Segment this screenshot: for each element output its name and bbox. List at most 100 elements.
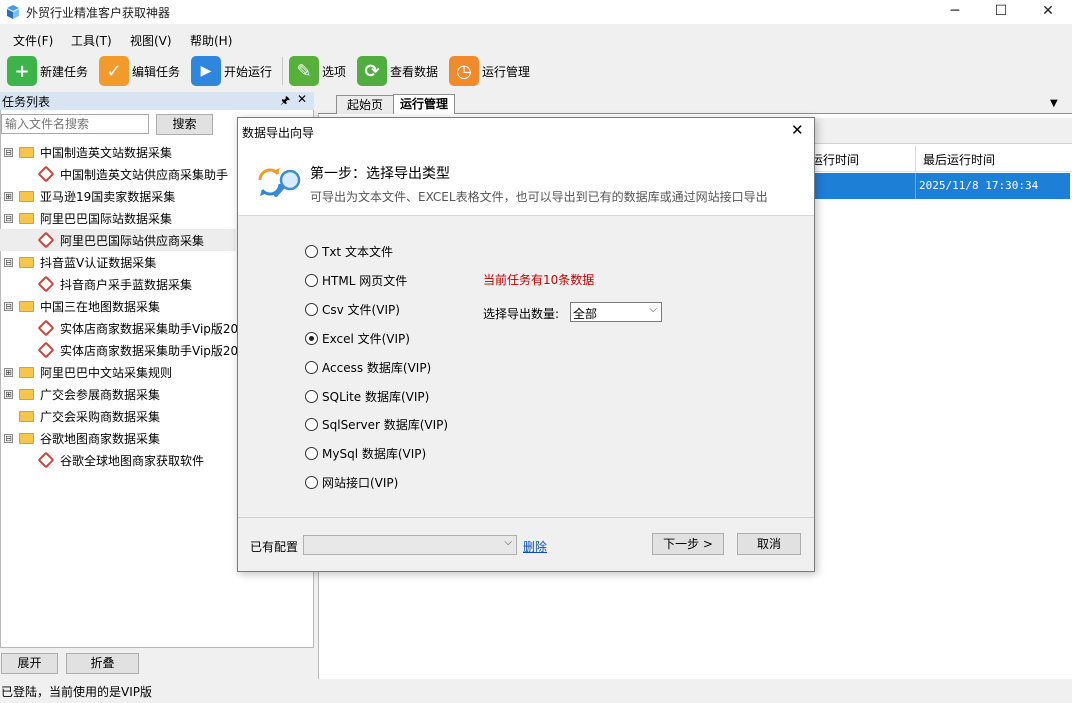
check-icon: ✓ [99,56,129,86]
step-title: 第一步：选择导出类型 [310,166,450,182]
next-step-button[interactable]: 下一步 > [652,533,724,555]
clock-icon: ◷ [449,56,479,86]
expand-icon[interactable]: ⊞ [4,389,13,399]
export-type-option[interactable]: Txt 文本文件 [305,243,393,260]
folder-icon [19,256,34,268]
collapse-icon[interactable]: ⊟ [4,213,13,223]
search-input[interactable] [1,114,149,134]
view-data-label: 查看数据 [390,64,439,79]
task-tag-icon [37,341,55,359]
window-title: 外贸行业精准客户获取神器 [26,6,171,20]
new-task-button[interactable]: + 新建任务 [7,54,88,88]
dialog-header: 数据导出向导 ✕ 第一步：选择导出类型 可导出为文本文件、EXCEL表格文件，也… [238,118,814,216]
tab-start-page[interactable]: 起始页 [336,95,394,114]
start-run-button[interactable]: ▶ 开始运行 [191,54,272,88]
run-management-label: 运行管理 [482,64,531,79]
delete-config-link[interactable]: 删除 [523,538,547,555]
folder-icon [19,432,34,444]
view-data-button[interactable]: ⟳ 查看数据 [357,54,438,88]
export-type-option[interactable]: 网站接口(VIP) [305,474,398,491]
task-list-title: 任务列表 [2,95,51,109]
tree-item-label: 中国制造英文站供应商采集助手 [60,167,229,182]
dialog-close-button[interactable]: ✕ [791,121,804,139]
menu-view[interactable]: 视图(V) [130,32,172,49]
menu-help[interactable]: 帮助(H) [190,32,232,49]
collapse-button[interactable]: 折叠 [66,653,139,674]
folder-icon [19,146,34,158]
task-list-header: 任务列表 🖈 ✕ [0,92,314,110]
export-type-option[interactable]: Access 数据库(VIP) [305,359,431,376]
saved-config-select[interactable]: ⌵ [303,535,517,555]
radio-button[interactable] [305,302,318,316]
tab-run-management[interactable]: 运行管理 [393,94,455,115]
collapse-icon[interactable]: ⊟ [4,301,13,311]
cancel-button[interactable]: 取消 [737,533,801,555]
export-type-option[interactable]: MySql 数据库(VIP) [305,445,426,462]
tree-item-label: 谷歌地图商家数据采集 [40,431,161,446]
collapse-icon[interactable]: ⊟ [4,257,13,267]
tree-task-row[interactable]: 阿里巴巴国际站供应商采集 [0,229,236,251]
collapse-icon[interactable]: ⊟ [4,433,13,443]
export-type-option[interactable]: HTML 网页文件 [305,272,407,289]
radio-button[interactable] [305,245,318,258]
folder-icon [19,410,34,422]
col-run-time: 运行时间 [811,153,860,167]
export-type-option[interactable]: SqlServer 数据库(VIP) [305,416,448,433]
expand-button[interactable]: 展开 [1,653,58,674]
dialog-title: 数据导出向导 [242,126,315,140]
radio-button[interactable] [305,476,318,490]
collapse-icon[interactable]: ⊟ [4,147,13,157]
tree-item-label: 抖音蓝V认证数据采集 [40,255,157,270]
edit-task-button[interactable]: ✓ 编辑任务 [99,54,180,88]
tab-dropdown-icon[interactable]: ▼ [1050,98,1058,109]
folder-icon [19,190,34,202]
task-tag-icon [37,319,55,337]
refresh-icon: ⟳ [357,56,387,86]
maximize-button[interactable]: ☐ [978,0,1024,24]
search-button[interactable]: 搜索 [156,114,213,135]
options-button[interactable]: ✎ 选项 [289,54,346,88]
col-divider [915,146,916,172]
task-tag-icon [37,451,55,469]
radio-button[interactable] [305,273,318,287]
search-export-icon [256,162,306,202]
tree-item-label: 阿里巴巴国际站数据采集 [40,211,173,226]
folder-icon [19,388,34,400]
window-close-button[interactable]: ✕ [1025,0,1071,24]
menu-tools[interactable]: 工具(T) [71,32,112,49]
panel-close-icon[interactable]: ✕ [297,92,307,106]
export-count-value: 全部 [573,307,598,321]
tree-item-label: 谷歌全球地图商家获取软件 [60,453,205,468]
expand-icon[interactable]: ⊞ [4,191,13,201]
radio-button[interactable] [305,447,318,461]
dialog-body: Txt 文本文件 HTML 网页文件 Csv 文件(VIP) Excel 文件(VIP… [238,216,814,518]
tree-item-label: 实体店商家数据采集助手Vip版202 [60,321,246,336]
pin-icon[interactable]: 🖈 [280,92,290,111]
run-management-button[interactable]: ◷ 运行管理 [449,54,530,88]
export-count-select[interactable]: 全部 ⌵ [570,302,662,322]
status-text: 已登陆，当前使用的是VIP版 [1,685,152,699]
chevron-down-icon: ⌵ [649,304,657,315]
step-description: 可导出为文本文件、EXCEL表格文件，也可以导出到已有的数据库或通过网站接口导出 [310,190,768,204]
export-type-option[interactable]: Excel 文件(VIP) [305,330,410,347]
folder-icon [19,300,34,312]
radio-button[interactable] [305,331,318,345]
radio-button[interactable] [305,360,318,374]
plus-icon: + [7,56,37,86]
expand-icon[interactable]: ⊞ [4,367,13,377]
chevron-down-icon: ⌵ [504,537,512,548]
radio-button[interactable] [305,389,318,403]
minimize-button[interactable]: ─ [932,0,978,24]
radio-button[interactable] [305,418,318,432]
menu-file[interactable]: 文件(F) [13,32,53,49]
app-logo-icon [5,4,21,20]
task-tag-icon [37,165,55,183]
new-task-label: 新建任务 [40,64,89,79]
play-icon: ▶ [191,56,221,86]
export-type-label: Access 数据库(VIP) [322,360,432,375]
export-type-option[interactable]: SQLite 数据库(VIP) [305,388,429,405]
export-type-label: MySql 数据库(VIP) [322,447,427,462]
edit-task-label: 编辑任务 [132,64,181,79]
export-type-option[interactable]: Csv 文件(VIP) [305,301,400,318]
tree-item-label: 实体店商家数据采集助手Vip版202 [60,343,246,358]
